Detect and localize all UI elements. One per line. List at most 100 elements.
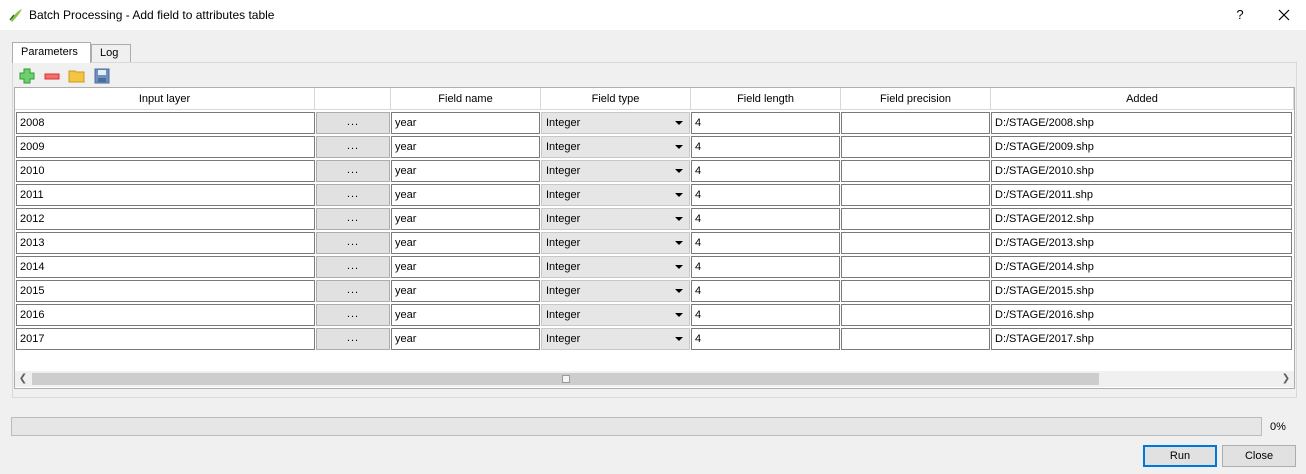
tab-log[interactable]: Log <box>91 44 131 62</box>
browse-button[interactable]: ... <box>316 184 390 206</box>
field-length-input[interactable]: 4 <box>691 280 840 302</box>
scroll-grip-icon <box>562 375 570 383</box>
browse-button[interactable]: ... <box>316 328 390 350</box>
field-name-input[interactable]: year <box>391 232 540 254</box>
chevron-down-icon <box>675 193 683 197</box>
field-name-input[interactable]: year <box>391 112 540 134</box>
field-name-input[interactable]: year <box>391 136 540 158</box>
field-type-value: Integer <box>546 309 581 321</box>
qgis-logo-icon <box>9 9 22 22</box>
input-layer-field[interactable]: 2010 <box>16 160 315 182</box>
field-name-input[interactable]: year <box>391 160 540 182</box>
input-layer-field[interactable]: 2013 <box>16 232 315 254</box>
field-precision-input[interactable] <box>841 280 990 302</box>
tab-parameters[interactable]: Parameters <box>12 42 91 63</box>
field-type-select[interactable]: Integer <box>541 304 690 326</box>
added-output-field[interactable]: D:/STAGE/2011.shp <box>991 184 1292 206</box>
field-length-input[interactable]: 4 <box>691 208 840 230</box>
input-layer-field[interactable]: 2009 <box>16 136 315 158</box>
browse-button[interactable]: ... <box>316 160 390 182</box>
browse-button[interactable]: ... <box>316 256 390 278</box>
input-layer-field[interactable]: 2011 <box>16 184 315 206</box>
field-length-input[interactable]: 4 <box>691 256 840 278</box>
added-output-field[interactable]: D:/STAGE/2014.shp <box>991 256 1292 278</box>
browse-button[interactable]: ... <box>316 304 390 326</box>
added-output-field[interactable]: D:/STAGE/2012.shp <box>991 208 1292 230</box>
field-name-input[interactable]: year <box>391 280 540 302</box>
add-row-icon[interactable] <box>18 67 36 85</box>
field-precision-input[interactable] <box>841 160 990 182</box>
field-precision-input[interactable] <box>841 256 990 278</box>
browse-button[interactable]: ... <box>316 112 390 134</box>
field-length-input[interactable]: 4 <box>691 160 840 182</box>
field-type-value: Integer <box>546 189 581 201</box>
field-type-select[interactable]: Integer <box>541 256 690 278</box>
scroll-right-icon[interactable]: ❯ <box>1278 371 1294 387</box>
field-type-select[interactable]: Integer <box>541 232 690 254</box>
field-type-select[interactable]: Integer <box>541 328 690 350</box>
added-output-field[interactable]: D:/STAGE/2009.shp <box>991 136 1292 158</box>
close-button[interactable]: Close <box>1222 445 1296 467</box>
scroll-thumb[interactable] <box>32 373 1099 385</box>
field-length-input[interactable]: 4 <box>691 136 840 158</box>
input-layer-field[interactable]: 2008 <box>16 112 315 134</box>
help-button[interactable]: ? <box>1228 4 1252 26</box>
table-row: 2009... year Integer 4 D:/STAGE/2009.shp <box>15 135 1294 159</box>
horizontal-scrollbar[interactable]: ❮ ❯ <box>15 371 1294 387</box>
chevron-down-icon <box>675 169 683 173</box>
input-layer-field[interactable]: 2016 <box>16 304 315 326</box>
added-output-field[interactable]: D:/STAGE/2013.shp <box>991 232 1292 254</box>
browse-button[interactable]: ... <box>316 136 390 158</box>
field-type-select[interactable]: Integer <box>541 184 690 206</box>
parameters-panel: Input layer Field name Field type Field … <box>12 62 1297 398</box>
field-name-input[interactable]: year <box>391 328 540 350</box>
field-type-select[interactable]: Integer <box>541 208 690 230</box>
added-output-field[interactable]: D:/STAGE/2015.shp <box>991 280 1292 302</box>
run-button[interactable]: Run <box>1143 445 1217 467</box>
field-type-value: Integer <box>546 261 581 273</box>
table-row: 2013... year Integer 4 D:/STAGE/2013.shp <box>15 231 1294 255</box>
added-output-field[interactable]: D:/STAGE/2010.shp <box>991 160 1292 182</box>
window-title: Batch Processing - Add field to attribut… <box>29 8 275 22</box>
window-close-button[interactable] <box>1270 4 1298 26</box>
field-precision-input[interactable] <box>841 304 990 326</box>
chevron-down-icon <box>675 313 683 317</box>
field-precision-input[interactable] <box>841 136 990 158</box>
field-length-input[interactable]: 4 <box>691 112 840 134</box>
header-input-layer: Input layer <box>15 88 315 110</box>
browse-button[interactable]: ... <box>316 208 390 230</box>
table-row: 2017... year Integer 4 D:/STAGE/2017.shp <box>15 327 1294 351</box>
field-precision-input[interactable] <box>841 184 990 206</box>
added-output-field[interactable]: D:/STAGE/2017.shp <box>991 328 1292 350</box>
added-output-field[interactable]: D:/STAGE/2016.shp <box>991 304 1292 326</box>
table-row: 2012... year Integer 4 D:/STAGE/2012.shp <box>15 207 1294 231</box>
remove-row-icon[interactable] <box>43 67 61 85</box>
header-field-type: Field type <box>541 88 691 110</box>
field-type-select[interactable]: Integer <box>541 160 690 182</box>
field-length-input[interactable]: 4 <box>691 304 840 326</box>
field-name-input[interactable]: year <box>391 208 540 230</box>
input-layer-field[interactable]: 2017 <box>16 328 315 350</box>
browse-button[interactable]: ... <box>316 280 390 302</box>
field-length-input[interactable]: 4 <box>691 232 840 254</box>
field-type-select[interactable]: Integer <box>541 112 690 134</box>
field-name-input[interactable]: year <box>391 304 540 326</box>
input-layer-field[interactable]: 2015 <box>16 280 315 302</box>
added-output-field[interactable]: D:/STAGE/2008.shp <box>991 112 1292 134</box>
field-length-input[interactable]: 4 <box>691 184 840 206</box>
field-length-input[interactable]: 4 <box>691 328 840 350</box>
input-layer-field[interactable]: 2014 <box>16 256 315 278</box>
save-icon[interactable] <box>93 67 111 85</box>
open-folder-icon[interactable] <box>68 67 86 85</box>
field-name-input[interactable]: year <box>391 184 540 206</box>
field-precision-input[interactable] <box>841 112 990 134</box>
browse-button[interactable]: ... <box>316 232 390 254</box>
scroll-left-icon[interactable]: ❮ <box>15 371 31 387</box>
field-precision-input[interactable] <box>841 208 990 230</box>
field-name-input[interactable]: year <box>391 256 540 278</box>
field-type-select[interactable]: Integer <box>541 136 690 158</box>
field-precision-input[interactable] <box>841 232 990 254</box>
input-layer-field[interactable]: 2012 <box>16 208 315 230</box>
field-precision-input[interactable] <box>841 328 990 350</box>
field-type-select[interactable]: Integer <box>541 280 690 302</box>
